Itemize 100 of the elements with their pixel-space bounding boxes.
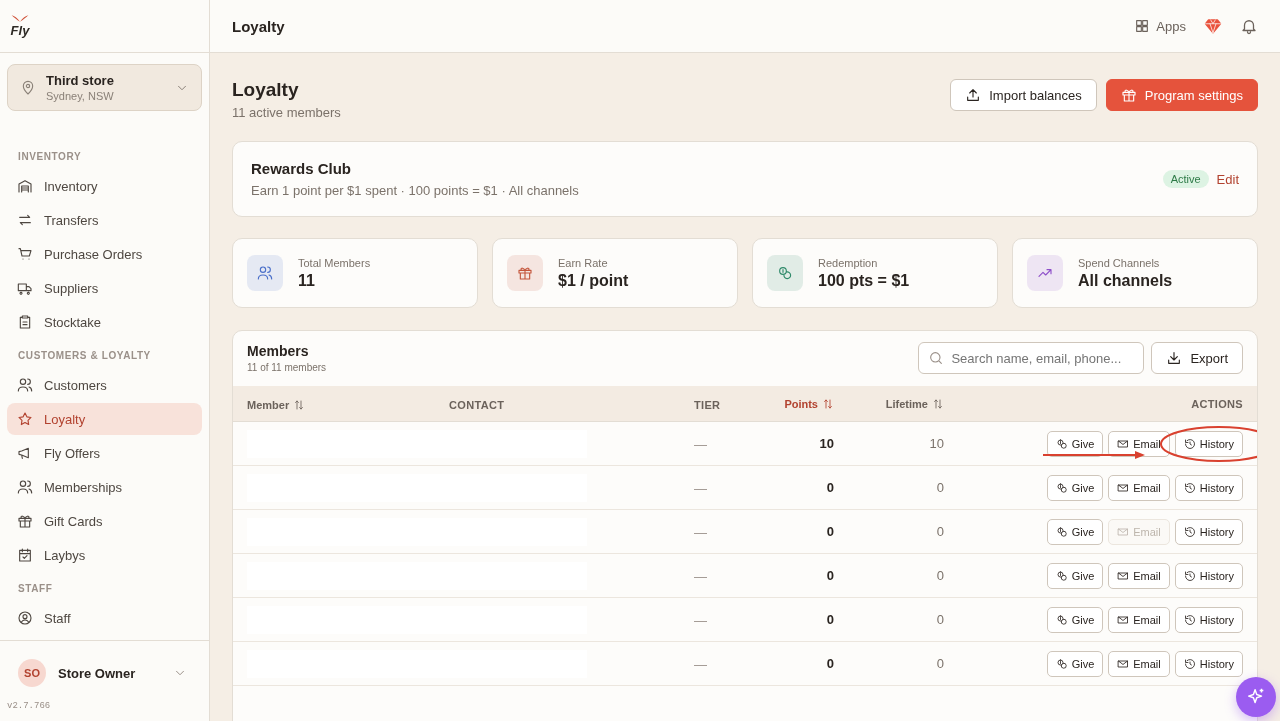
stat-label: Total Members (298, 256, 371, 269)
coins-icon (1055, 569, 1068, 582)
import-button[interactable]: Import balances (950, 79, 1097, 111)
column-header: CONTACT (449, 398, 505, 411)
tier-cell: — (694, 612, 707, 628)
give-button[interactable]: Give (1046, 650, 1104, 677)
version-label: v2.7.766 (6, 700, 52, 713)
sidebar-item[interactable]: Stocktake (7, 306, 202, 338)
stat-value: 11 (298, 271, 316, 290)
column-header[interactable]: Member (247, 398, 306, 411)
email-button[interactable]: Email (1108, 650, 1170, 677)
mail-icon (1117, 657, 1130, 670)
user-icon (17, 610, 33, 626)
give-button[interactable]: Give (1046, 430, 1104, 457)
sidebar-item[interactable]: Purchase Orders (7, 238, 202, 270)
gem-icon[interactable] (1204, 17, 1222, 35)
give-button[interactable]: Give (1046, 474, 1104, 501)
column-header: TIER (694, 398, 721, 411)
email-button[interactable]: Email (1108, 430, 1170, 457)
users-icon (17, 479, 33, 495)
sidebar-item[interactable]: Staff (7, 602, 202, 634)
logo: Fly (10, 14, 30, 38)
tier-cell: — (694, 656, 707, 672)
history-icon (1183, 437, 1196, 450)
settings-button[interactable]: Program settings (1105, 79, 1258, 111)
calendar-icon (17, 547, 33, 563)
sidebar-item[interactable]: Memberships (7, 471, 202, 503)
sidebar-item[interactable]: Suppliers (7, 272, 202, 304)
page-heading: Loyalty (232, 79, 300, 101)
member-count: 11 of 11 members (247, 362, 327, 373)
lifetime-cell: 0 (936, 524, 944, 539)
stat-value: $1 / point (558, 271, 629, 290)
program-description: Earn 1 point per $1 spent · 100 points = $1 · All channels (251, 183, 579, 198)
page-title: Loyalty (232, 17, 285, 35)
store-selector[interactable]: Third store Sydney, NSW (7, 64, 202, 111)
sidebar-item[interactable]: Fly Offers (7, 437, 202, 469)
stat-value: 100 pts = $1 (818, 271, 910, 290)
history-button[interactable]: History (1174, 430, 1243, 457)
points-cell: 0 (826, 524, 834, 539)
tier-cell: — (694, 524, 707, 540)
gift-icon (17, 513, 33, 529)
email-button[interactable]: Email (1108, 474, 1170, 501)
sort-icon (932, 397, 944, 410)
sidebar-item[interactable]: Laybys (7, 539, 202, 571)
column-header: ACTIONS (1191, 397, 1243, 410)
sidebar-item[interactable]: Transfers (7, 204, 202, 236)
history-button[interactable]: History (1174, 606, 1243, 633)
coins-icon (1055, 437, 1068, 450)
warehouse-icon (17, 178, 33, 194)
truck-icon (17, 280, 33, 296)
sidebar-item[interactable]: Customers (7, 369, 202, 401)
history-button[interactable]: History (1174, 474, 1243, 501)
gift-icon (1120, 87, 1137, 103)
tier-cell: — (694, 480, 707, 496)
search-field[interactable]: Search name, email, phone... (918, 342, 1145, 374)
program-name: Rewards Club (251, 160, 353, 177)
sort-icon (293, 398, 306, 411)
mail-icon (1117, 437, 1130, 450)
coins-icon (1055, 613, 1068, 626)
assistant-button[interactable] (1236, 677, 1276, 717)
download-icon (1166, 350, 1183, 366)
sidebar-item[interactable]: Inventory (7, 170, 202, 202)
give-button[interactable]: Give (1046, 518, 1104, 545)
email-button[interactable]: Email (1108, 606, 1170, 633)
points-cell: 0 (826, 656, 834, 671)
status-badge: Active (1162, 170, 1209, 188)
section-heading: INVENTORY (17, 150, 83, 164)
history-button[interactable]: History (1174, 650, 1243, 677)
tier-cell: — (694, 436, 707, 452)
history-button[interactable]: History (1174, 562, 1243, 589)
give-button[interactable]: Give (1046, 562, 1104, 589)
coins-icon (1055, 525, 1068, 538)
sidebar-item[interactable]: Gift Cards (7, 505, 202, 537)
sidebar-item[interactable]: Loyalty (7, 403, 202, 435)
edit-link[interactable]: Edit (1216, 171, 1239, 187)
history-button[interactable]: History (1174, 518, 1243, 545)
sort-icon (822, 397, 834, 410)
section-heading: CUSTOMERS & LOYALTY (17, 349, 152, 363)
section-heading: STAFF (17, 582, 54, 596)
stat-label: Redemption (818, 256, 879, 269)
column-header[interactable]: Points (784, 397, 834, 410)
coins-icon (1055, 481, 1068, 494)
member-count: 11 active members (232, 105, 341, 120)
upload-icon (965, 87, 982, 103)
email-button[interactable]: Email (1108, 562, 1170, 589)
history-icon (1183, 481, 1196, 494)
coins-icon (1055, 657, 1068, 670)
apps-button[interactable]: Apps (1134, 18, 1186, 34)
notifications-icon[interactable] (1240, 17, 1258, 35)
export-button[interactable]: Export (1151, 342, 1243, 374)
lifetime-cell: 0 (936, 612, 944, 627)
location-pin-icon (20, 79, 36, 96)
column-header[interactable]: Lifetime (885, 397, 944, 410)
lifetime-cell: 10 (929, 436, 944, 451)
tier-cell: — (694, 568, 707, 584)
give-button[interactable]: Give (1046, 606, 1104, 633)
stat-label: Spend Channels (1078, 256, 1161, 269)
mail-icon (1117, 525, 1130, 538)
user-menu[interactable]: SO Store Owner (0, 640, 209, 697)
arrows-icon (17, 212, 33, 228)
